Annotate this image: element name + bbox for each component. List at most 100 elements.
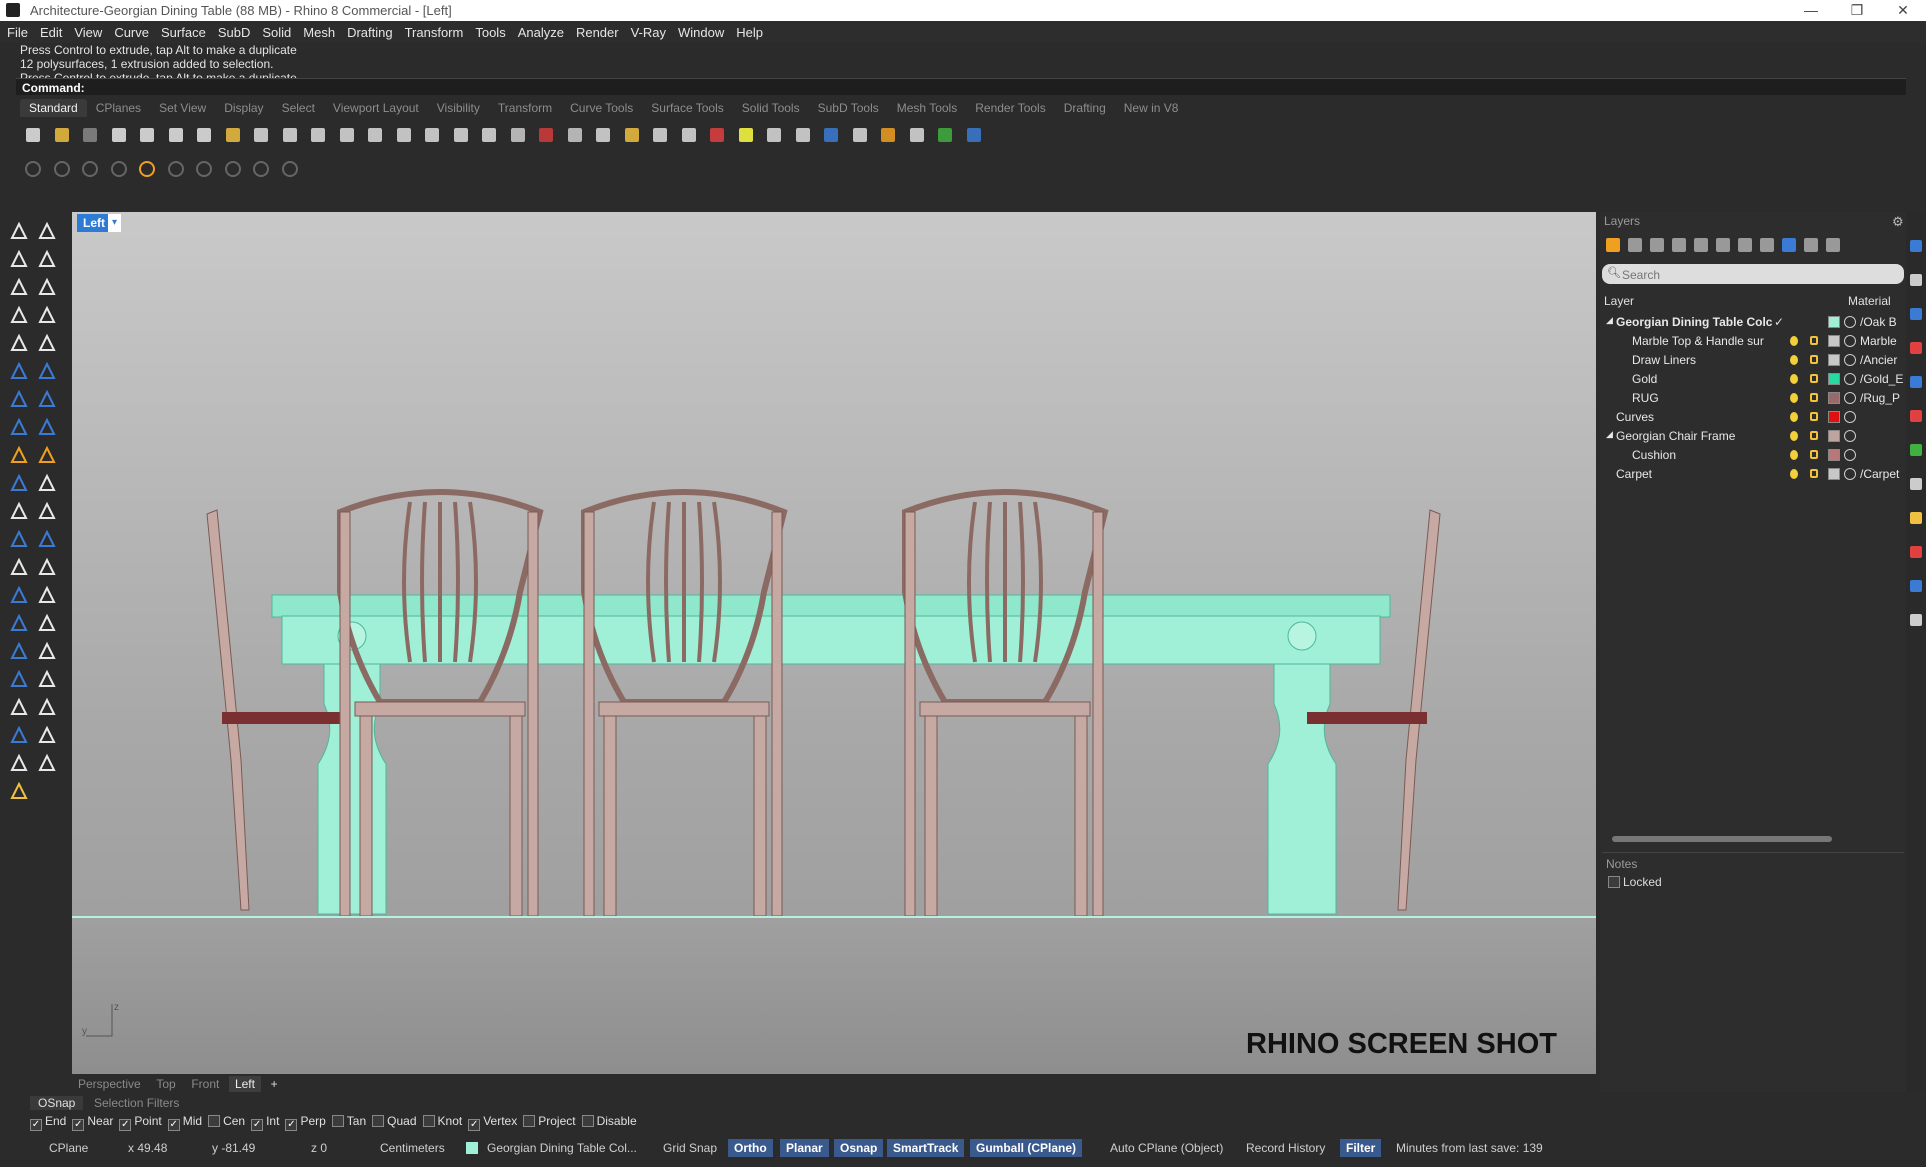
status-layer[interactable]: Georgian Dining Table Col... [487, 1141, 637, 1155]
toolbar-tab[interactable]: Curve Tools [561, 99, 642, 117]
layer-color-swatch[interactable] [1828, 316, 1840, 328]
osnap-option[interactable]: ✓ Vertex [468, 1114, 517, 1131]
layer-tool-icon[interactable] [1782, 238, 1796, 252]
osnap-option[interactable]: Quad [372, 1114, 417, 1128]
modeling-tool-icon[interactable] [36, 528, 58, 550]
layer-tool-icon[interactable] [1628, 238, 1642, 252]
toolbar-tool-icon[interactable] [763, 124, 785, 146]
menu-item[interactable]: Transform [400, 21, 469, 44]
gear-icon[interactable]: ⚙ [1892, 214, 1904, 230]
modeling-tool-icon[interactable] [36, 556, 58, 578]
modeling-tool-icon[interactable] [36, 500, 58, 522]
layer-name[interactable]: Gold [1632, 372, 1772, 386]
layer-name[interactable]: RUG [1632, 391, 1772, 405]
modeling-tool-icon[interactable] [8, 248, 30, 270]
osnap-option[interactable]: ✓ Point [119, 1114, 162, 1131]
menu-item[interactable]: Analyze [513, 21, 569, 44]
layer-color-swatch[interactable] [1828, 411, 1840, 423]
panel-tab-icon[interactable] [1910, 274, 1922, 286]
toolbar-tab[interactable]: Set View [150, 99, 215, 117]
modeling-tool-icon[interactable] [8, 360, 30, 382]
layer-row[interactable]: Draw Liners/Ancier [1602, 351, 1904, 370]
checkbox[interactable] [581, 1115, 594, 1127]
panel-tab-icon[interactable] [1910, 614, 1922, 626]
modeling-tool-icon[interactable] [36, 584, 58, 606]
toolbar-tab[interactable]: SubD Tools [809, 99, 888, 117]
modeling-tool-icon[interactable] [8, 640, 30, 662]
menu-item[interactable]: SubD [213, 21, 256, 44]
checkbox[interactable]: ✓ [30, 1119, 42, 1131]
tab-left[interactable]: Left [228, 1076, 261, 1092]
modeling-tool-icon[interactable] [36, 696, 58, 718]
material-icon[interactable] [1844, 430, 1856, 442]
layer-material[interactable]: /Carpet [1860, 467, 1904, 481]
toolbar-tool-icon[interactable] [706, 124, 728, 146]
layer-search-input[interactable] [1602, 264, 1904, 284]
menu-item[interactable]: Drafting [342, 21, 398, 44]
toolbar-tool-icon[interactable] [165, 158, 187, 180]
osnap-option[interactable]: ✓ End [30, 1114, 66, 1131]
toolbar-tool-icon[interactable] [621, 124, 643, 146]
visible-bulb-icon[interactable] [1790, 412, 1798, 422]
modeling-tool-icon[interactable] [36, 360, 58, 382]
toolbar-tab[interactable]: Viewport Layout [324, 99, 428, 117]
modeling-tool-icon[interactable] [8, 276, 30, 298]
osnap-option[interactable]: ✓ Mid [167, 1114, 202, 1131]
toolbar-tool-icon[interactable] [592, 124, 614, 146]
toolbar-tool-icon[interactable] [22, 158, 44, 180]
panel-tab-icon[interactable] [1910, 308, 1922, 320]
checkbox[interactable]: ✓ [468, 1119, 481, 1131]
checkbox[interactable] [422, 1115, 435, 1127]
modeling-tool-icon[interactable] [8, 444, 30, 466]
osnap-option[interactable]: Disable [581, 1114, 637, 1128]
expand-icon[interactable]: ◢ [1606, 429, 1613, 440]
toolbar-tool-icon[interactable] [792, 124, 814, 146]
modeling-tool-icon[interactable] [36, 668, 58, 690]
layer-tool-icon[interactable] [1716, 238, 1730, 252]
material-icon[interactable] [1844, 354, 1856, 366]
material-icon[interactable] [1844, 316, 1856, 328]
panel-tab-icon[interactable] [1910, 580, 1922, 592]
modeling-tool-icon[interactable] [8, 668, 30, 690]
layer-row[interactable]: Gold/Gold_E [1602, 370, 1904, 389]
modeling-tool-icon[interactable] [36, 752, 58, 774]
toolbar-tool-icon[interactable] [934, 124, 956, 146]
osnap-option[interactable]: Knot [422, 1114, 462, 1128]
checkbox[interactable]: ✓ [119, 1119, 132, 1131]
layer-material[interactable]: /Rug_P [1860, 391, 1904, 405]
toolbar-tool-icon[interactable] [279, 158, 301, 180]
layer-color-swatch[interactable] [1828, 430, 1840, 442]
toolbar-tool-icon[interactable] [421, 124, 443, 146]
layer-tool-icon[interactable] [1760, 238, 1774, 252]
layer-tool-icon[interactable] [1650, 238, 1664, 252]
modeling-tool-icon[interactable] [8, 780, 30, 802]
col-material[interactable]: Material [1848, 294, 1891, 308]
layer-name[interactable]: Cushion [1632, 448, 1772, 462]
toolbar-tool-icon[interactable] [393, 124, 415, 146]
checkbox[interactable]: ✓ [251, 1119, 264, 1131]
menu-item[interactable]: Solid [257, 21, 296, 44]
menu-item[interactable]: Mesh [298, 21, 340, 44]
visible-bulb-icon[interactable] [1790, 374, 1798, 384]
osnap-option[interactable]: ✓ Int [251, 1114, 279, 1131]
layer-name[interactable]: Georgian Dining Table Colc [1616, 315, 1772, 329]
toolbar-tab[interactable]: Mesh Tools [888, 99, 966, 117]
status-units[interactable]: Centimeters [380, 1141, 445, 1155]
lock-icon[interactable] [1810, 393, 1818, 402]
status-cplane[interactable]: CPlane [49, 1141, 88, 1155]
toolbar-tool-icon[interactable] [79, 158, 101, 180]
gumball-toggle[interactable]: Gumball (CPlane) [970, 1139, 1083, 1157]
lock-icon[interactable] [1810, 469, 1818, 478]
menu-item[interactable]: File [2, 21, 33, 44]
toolbar-tool-icon[interactable] [735, 124, 757, 146]
lock-icon[interactable] [1810, 412, 1818, 421]
layer-tool-icon[interactable] [1804, 238, 1818, 252]
modeling-tool-icon[interactable] [36, 612, 58, 634]
layer-name[interactable]: Georgian Chair Frame [1616, 429, 1772, 443]
menu-item[interactable]: Help [731, 21, 768, 44]
toolbar-tool-icon[interactable] [222, 124, 244, 146]
layer-name[interactable]: Curves [1616, 410, 1772, 424]
menu-item[interactable]: Tools [470, 21, 510, 44]
material-icon[interactable] [1844, 449, 1856, 461]
maximize-button[interactable]: ❐ [1834, 0, 1880, 21]
